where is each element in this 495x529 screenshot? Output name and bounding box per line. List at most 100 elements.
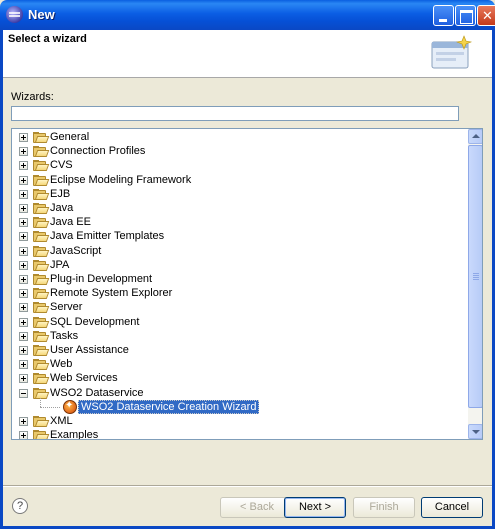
expand-icon[interactable] bbox=[19, 189, 28, 199]
selected-wizard-label: WSO2 Dataservice Creation Wizard bbox=[78, 399, 260, 414]
grip-line bbox=[473, 279, 479, 280]
folder-icon bbox=[33, 274, 50, 285]
expand-icon[interactable] bbox=[19, 147, 28, 157]
folder-icon bbox=[33, 330, 50, 342]
tree-item-label: User Assistance bbox=[50, 344, 129, 356]
tree-item[interactable]: Remote System Explorer bbox=[12, 286, 467, 300]
scroll-thumb[interactable] bbox=[468, 145, 482, 408]
tree-item-label: WSO2 Dataservice bbox=[50, 386, 144, 399]
expand-icon[interactable] bbox=[19, 431, 28, 439]
new-wizard-banner-icon bbox=[431, 35, 473, 69]
tree-item[interactable]: XML bbox=[12, 414, 467, 428]
tree-item-label: Java Emitter Templates bbox=[50, 230, 165, 243]
title-bar: New ✕ bbox=[0, 0, 495, 30]
folder-icon bbox=[33, 132, 50, 143]
tree-item[interactable]: CVS bbox=[12, 158, 467, 172]
eclipse-icon bbox=[6, 6, 23, 23]
folder-icon bbox=[33, 146, 50, 158]
scroll-up-button[interactable] bbox=[468, 129, 482, 144]
tree-item-label: XML bbox=[50, 415, 73, 427]
expand-icon[interactable] bbox=[19, 331, 28, 341]
tree-child-item[interactable]: WSO2 Dataservice Creation Wizard bbox=[12, 397, 467, 414]
grip-line bbox=[473, 275, 479, 276]
collapse-icon[interactable] bbox=[19, 388, 28, 398]
tree-item[interactable]: Eclipse Modeling Framework bbox=[12, 173, 467, 187]
wso2-wizard-icon bbox=[63, 399, 77, 414]
folder-icon bbox=[33, 188, 50, 200]
tree-item[interactable]: Java bbox=[12, 201, 467, 215]
tree-item[interactable]: Web bbox=[12, 357, 467, 371]
tree-item[interactable]: Java Emitter Templates bbox=[12, 229, 467, 243]
minimize-button[interactable] bbox=[433, 5, 454, 26]
expand-icon[interactable] bbox=[19, 246, 28, 256]
tree-item-label: Remote System Explorer bbox=[50, 287, 173, 300]
tree-item[interactable]: Server bbox=[12, 300, 467, 314]
tree-item[interactable]: User Assistance bbox=[12, 343, 467, 357]
tree-item[interactable]: EJB bbox=[12, 187, 467, 201]
expand-icon[interactable] bbox=[19, 161, 28, 171]
expand-icon[interactable] bbox=[19, 417, 28, 426]
tree-connector-line bbox=[40, 397, 41, 407]
tree-item-label: EJB bbox=[50, 187, 71, 200]
finish-button[interactable]: Finish bbox=[353, 497, 415, 518]
tree-connector-line bbox=[40, 406, 60, 408]
tree-item[interactable]: JavaScript bbox=[12, 244, 467, 258]
tree-item[interactable]: Examples bbox=[12, 428, 467, 440]
folder-icon bbox=[33, 203, 50, 214]
tree-item[interactable]: Tasks bbox=[12, 329, 467, 343]
grip-line bbox=[473, 277, 479, 278]
folder-icon bbox=[33, 288, 50, 300]
folder-icon bbox=[33, 174, 50, 186]
expand-icon[interactable] bbox=[19, 317, 28, 327]
expand-icon[interactable] bbox=[19, 360, 28, 370]
expand-icon[interactable] bbox=[19, 260, 28, 270]
tree-item-label: Java bbox=[50, 202, 74, 214]
expand-icon[interactable] bbox=[19, 374, 28, 384]
wizard-filter-input[interactable] bbox=[11, 106, 459, 121]
tree-item-label: SQL Development bbox=[50, 315, 140, 328]
maximize-button[interactable] bbox=[455, 5, 476, 26]
expand-icon[interactable] bbox=[19, 133, 28, 142]
next-button[interactable]: Next > bbox=[284, 497, 346, 518]
wizard-header: Select a wizard bbox=[3, 30, 492, 78]
grip-line bbox=[473, 273, 479, 274]
back-button[interactable]: < Back bbox=[220, 497, 294, 518]
wizard-tree[interactable]: General Connection Profiles CVS Eclipse Mod… bbox=[11, 128, 483, 440]
vertical-scrollbar[interactable] bbox=[468, 129, 482, 439]
folder-icon bbox=[33, 359, 50, 371]
scroll-down-button[interactable] bbox=[468, 424, 482, 439]
tree-item-label: JavaScript bbox=[50, 244, 102, 257]
expand-icon[interactable] bbox=[19, 175, 28, 185]
tree-item[interactable]: General bbox=[12, 130, 467, 144]
tree-item-label: Examples bbox=[50, 429, 99, 440]
expand-icon[interactable] bbox=[19, 275, 28, 284]
cancel-button[interactable]: Cancel bbox=[421, 497, 483, 518]
folder-icon bbox=[33, 217, 50, 229]
folder-icon bbox=[33, 316, 50, 328]
expand-icon[interactable] bbox=[19, 346, 28, 355]
tree-item[interactable]: WSO2 Dataservice bbox=[12, 386, 467, 400]
tree-item[interactable]: SQL Development bbox=[12, 315, 467, 329]
tree-item-label: Tasks bbox=[50, 329, 79, 342]
folder-icon bbox=[33, 302, 50, 314]
expand-icon[interactable] bbox=[19, 303, 28, 313]
tree-item-label: Plug-in Development bbox=[50, 273, 153, 285]
expand-icon[interactable] bbox=[19, 289, 28, 299]
expand-icon[interactable] bbox=[19, 232, 28, 242]
tree-item-label: Eclipse Modeling Framework bbox=[50, 173, 192, 186]
folder-icon bbox=[33, 373, 50, 385]
tree-item[interactable]: Java EE bbox=[12, 215, 467, 229]
close-button[interactable]: ✕ bbox=[477, 5, 495, 26]
expand-icon[interactable] bbox=[19, 204, 28, 213]
window-title: New bbox=[28, 7, 55, 22]
expand-icon[interactable] bbox=[19, 218, 28, 228]
page-title: Select a wizard bbox=[8, 33, 87, 45]
tree-item[interactable]: Connection Profiles bbox=[12, 144, 467, 158]
tree-item-label: CVS bbox=[50, 159, 73, 172]
help-button[interactable]: ? bbox=[12, 498, 28, 514]
tree-item-label: Server bbox=[50, 301, 83, 314]
tree-item[interactable]: Web Services bbox=[12, 371, 467, 385]
tree-item[interactable]: JPA bbox=[12, 258, 467, 272]
tree-item[interactable]: Plug-in Development bbox=[12, 272, 467, 286]
tree-item-label: Connection Profiles bbox=[50, 145, 146, 158]
